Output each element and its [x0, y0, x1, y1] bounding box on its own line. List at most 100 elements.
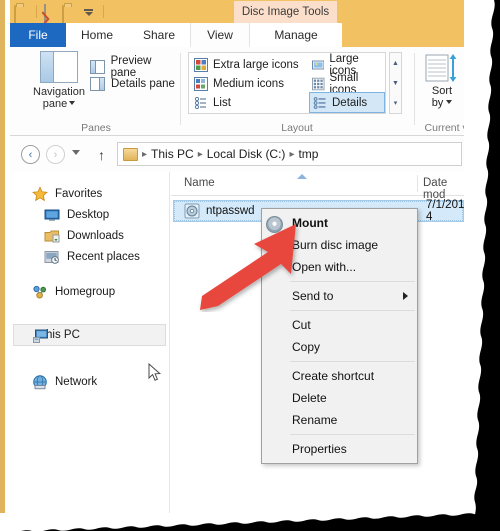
column-header-row: Name Date mod: [171, 172, 464, 201]
sidebar-label: Favorites: [55, 188, 103, 200]
gallery-expand[interactable]: ▾: [390, 93, 401, 113]
details-pane-button[interactable]: Details pane: [90, 77, 175, 91]
new-folder-icon[interactable]: [62, 4, 78, 24]
sidebar-label: Network: [55, 376, 98, 388]
gallery-scroll-up[interactable]: ▲: [390, 53, 401, 73]
layout-list[interactable]: List: [191, 93, 307, 113]
breadcrumb-tmp[interactable]: tmp: [298, 147, 318, 161]
menu-item-send-to[interactable]: Send to: [262, 285, 417, 307]
current-view-group-title: Current view: [424, 122, 464, 134]
column-header-date-modified[interactable]: Date mod: [423, 177, 464, 201]
sidebar-item-downloads[interactable]: Downloads: [44, 226, 124, 246]
layout-gallery-scroller[interactable]: ▲ ▼ ▾: [389, 52, 402, 114]
column-divider[interactable]: [417, 175, 418, 192]
menu-item-properties[interactable]: Properties: [262, 438, 417, 460]
address-bar: ‹ › ↑ ▸ This PC ▸ Local Disk (C:) ▸ tmp: [10, 136, 464, 172]
menu-item-burn-disc-image[interactable]: Burn disc image: [262, 234, 417, 256]
panes-group-title: Panes: [81, 122, 111, 134]
tab-view[interactable]: View: [190, 23, 250, 47]
menu-item-label: Delete: [292, 391, 327, 405]
properties-icon[interactable]: [43, 3, 59, 23]
layout-extra-large-icons[interactable]: Extra large icons: [191, 55, 307, 75]
menu-item-label: Open with...: [292, 260, 357, 274]
menu-item-rename[interactable]: Rename: [262, 409, 417, 431]
sidebar-item-network[interactable]: Network: [32, 372, 97, 392]
contextual-tab-title: Disc Image Tools: [234, 1, 337, 23]
sidebar-label: Recent places: [67, 251, 140, 263]
menu-item-label: Properties: [292, 442, 347, 456]
explorer-icon[interactable]: [14, 4, 30, 24]
ribbon-body: Navigation pane Preview pane Details pan…: [10, 47, 464, 136]
list-icon: [194, 96, 206, 110]
qat-divider: [36, 5, 37, 18]
sidebar-item-this-pc[interactable]: This PC: [13, 324, 166, 346]
column-header-name[interactable]: Name: [184, 177, 215, 189]
menu-item-label: Burn disc image: [292, 238, 379, 252]
sort-by-icon: [425, 54, 457, 82]
sidebar-item-recent-places[interactable]: Recent places: [44, 247, 140, 267]
sidebar-label: Desktop: [67, 209, 110, 221]
sidebar-item-homegroup[interactable]: Homegroup: [32, 282, 115, 302]
sidebar-item-favorites[interactable]: Favorites: [32, 184, 102, 204]
breadcrumb-separator: ▸: [289, 148, 295, 160]
sort-by-button[interactable]: Sort by: [420, 53, 464, 109]
breadcrumb-local-disk[interactable]: Local Disk (C:): [207, 147, 286, 161]
breadcrumb-this-pc[interactable]: This PC: [151, 147, 194, 161]
sort-by-label-2: by: [431, 97, 444, 109]
preview-pane-button[interactable]: Preview pane: [90, 55, 178, 79]
back-button[interactable]: ‹: [21, 145, 40, 164]
ribbon-group-divider-1: [180, 53, 181, 125]
layout-small-icons[interactable]: Small icons: [309, 72, 385, 96]
navigation-pane-label-1: Navigation: [33, 86, 85, 98]
tab-share[interactable]: Share: [128, 23, 190, 47]
menu-item-delete[interactable]: Delete: [262, 387, 417, 409]
forward-button[interactable]: ›: [46, 145, 65, 164]
breadcrumb-separator: ▸: [197, 148, 203, 160]
menu-item-mount[interactable]: Mount: [262, 212, 417, 234]
gallery-scroll-down[interactable]: ▼: [390, 73, 401, 93]
menu-item-create-shortcut[interactable]: Create shortcut: [262, 365, 417, 387]
menu-item-copy[interactable]: Copy: [262, 336, 417, 358]
navigation-pane-button[interactable]: Navigation pane: [28, 51, 90, 117]
menu-item-label: Create shortcut: [292, 369, 375, 383]
layout-label: Details: [332, 96, 368, 109]
network-icon: [33, 375, 47, 390]
menu-item-open-with[interactable]: Open with...: [262, 256, 417, 278]
disc-icon: [266, 216, 283, 233]
ribbon-group-layout: Extra large icons Large icons Medium ico…: [182, 47, 412, 136]
sort-by-label-1: Sort: [431, 85, 453, 97]
tab-file[interactable]: File: [10, 23, 66, 47]
layout-label: Medium icons: [213, 78, 284, 90]
menu-separator: [290, 310, 415, 311]
menu-item-cut[interactable]: Cut: [262, 314, 417, 336]
menu-item-label: Send to: [292, 289, 334, 303]
breadcrumb-folder-icon: [123, 147, 138, 161]
breadcrumb[interactable]: ▸ This PC ▸ Local Disk (C:) ▸ tmp: [117, 142, 462, 166]
menu-item-label: Cut: [292, 318, 311, 332]
homegroup-icon: [33, 285, 46, 299]
sidebar-label: Downloads: [67, 230, 124, 242]
extra-large-icons-icon: [194, 58, 208, 72]
customize-qat-icon[interactable]: [81, 4, 97, 20]
menu-separator: [290, 281, 415, 282]
tab-home[interactable]: Home: [66, 23, 128, 47]
desktop-icon: [44, 209, 60, 221]
small-icons-icon: [312, 77, 325, 91]
tab-manage[interactable]: Manage: [250, 23, 342, 47]
details-pane-icon: [90, 77, 105, 91]
layout-details[interactable]: Details: [309, 92, 385, 113]
layout-medium-icons[interactable]: Medium icons: [191, 74, 307, 94]
screenshot-root: Disc Image Tools File Home Share View Ma…: [0, 0, 500, 531]
ribbon-group-divider-2: [414, 53, 415, 125]
large-icons-icon: [312, 60, 325, 70]
qat-divider-2: [103, 5, 104, 18]
menu-item-label: Copy: [292, 340, 321, 354]
details-pane-label: Details pane: [111, 78, 175, 90]
sidebar-item-desktop[interactable]: Desktop: [44, 205, 109, 225]
preview-pane-icon: [90, 60, 105, 74]
context-menu-items: Mount Burn disc image Open with... Send …: [262, 209, 417, 463]
up-button[interactable]: ↑: [92, 145, 111, 164]
menu-item-label: Rename: [292, 413, 338, 427]
navigation-pane-icon: [40, 51, 78, 83]
recent-locations-icon[interactable]: [72, 150, 80, 155]
